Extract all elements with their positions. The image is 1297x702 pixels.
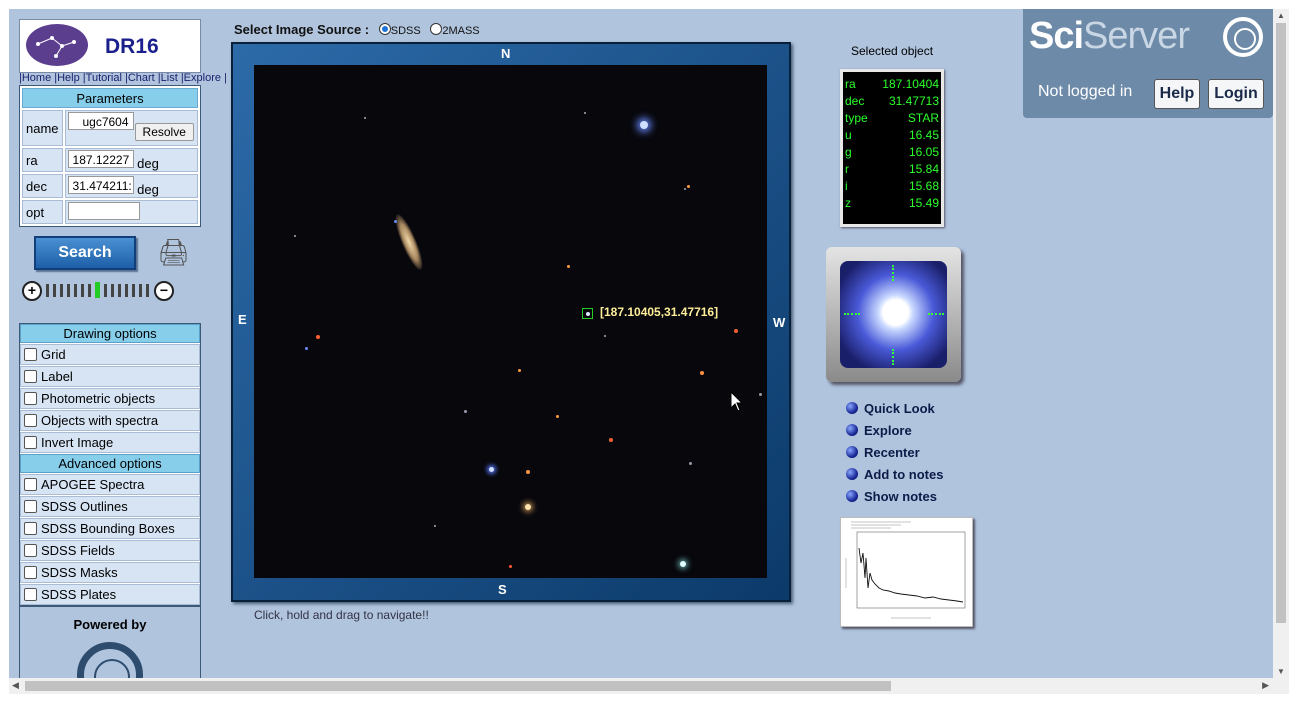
sciserver-globe-icon [1223, 17, 1263, 57]
option-invert-image[interactable]: Invert Image [20, 432, 200, 453]
advanced-options-header: Advanced options [20, 454, 200, 473]
checkbox[interactable] [24, 544, 37, 557]
login-status: Not logged in [1038, 83, 1133, 100]
selected-object-marker[interactable] [582, 308, 593, 319]
option-grid[interactable]: Grid [20, 344, 200, 365]
compass-east: E [238, 312, 247, 327]
dr16-logo[interactable]: DR16 [19, 19, 201, 73]
object-actions: Quick Look Explore Recenter Add to notes… [846, 397, 943, 507]
option-photometric-objects[interactable]: Photometric objects [20, 388, 200, 409]
drawing-options-header: Drawing options [20, 324, 200, 343]
radio-2mass[interactable] [430, 23, 443, 35]
image-source-selector: Select Image Source : SDSS 2MASS [234, 22, 480, 37]
selected-object-table: ra 187.10404 dec 31.47713 type STAR u 16.45 … [840, 69, 944, 227]
checkbox[interactable] [24, 522, 37, 535]
vertical-scrollbar[interactable]: ▲ ▼ [1273, 9, 1289, 678]
compass-north: N [501, 46, 511, 61]
nav-links[interactable]: |Home |Help |Tutorial |Chart |List |Expl… [19, 72, 227, 84]
sciserver-globe-icon [77, 642, 143, 678]
add-to-notes-link[interactable]: Add to notes [846, 463, 943, 485]
marker-coordinates-label: [187.10405,31.47716] [600, 305, 719, 319]
powered-by-label: Powered by [73, 617, 147, 632]
checkbox[interactable] [24, 566, 37, 579]
zoom-out-icon[interactable]: − [154, 281, 174, 301]
scrollbar-thumb[interactable] [1276, 23, 1286, 623]
dec-input[interactable]: 31.474211: [67, 175, 134, 194]
checkbox[interactable] [24, 414, 37, 427]
spectrum-thumbnail[interactable] [840, 517, 973, 627]
help-button[interactable]: Help [1154, 79, 1200, 109]
parameters-header: Parameters [22, 88, 198, 108]
option-apogee-spectra[interactable]: APOGEE Spectra [20, 474, 200, 495]
parameters-panel: Parameters name ugc7604Resolve ra 187.12… [19, 85, 201, 227]
recenter-link[interactable]: Recenter [846, 441, 943, 463]
option-sdss-fields[interactable]: SDSS Fields [20, 540, 200, 561]
option-sdss-outlines[interactable]: SDSS Outlines [20, 496, 200, 517]
constellation-icon [26, 24, 88, 66]
checkbox[interactable] [24, 588, 37, 601]
bullet-icon [846, 446, 858, 458]
mouse-cursor-icon [730, 391, 744, 412]
option-label[interactable]: Label [20, 366, 200, 387]
drawing-options-panel: Drawing options Grid Label Photometric o… [19, 323, 201, 678]
name-input[interactable]: ugc7604 [67, 111, 134, 130]
checkbox[interactable] [24, 478, 37, 491]
ra-label: ra [22, 148, 63, 172]
zoom-slider[interactable]: + − [22, 281, 177, 301]
show-notes-link[interactable]: Show notes [846, 485, 943, 507]
name-label: name [22, 110, 63, 146]
sciserver-logo[interactable]: SciServer [1029, 15, 1190, 58]
ra-input[interactable]: 187.12227 [67, 149, 134, 168]
opt-input[interactable] [67, 201, 140, 220]
scrollbar-thumb[interactable] [25, 681, 891, 691]
explore-link[interactable]: Explore [846, 419, 943, 441]
horizontal-scrollbar[interactable]: ◀ ▶ [9, 678, 1289, 694]
dec-unit: deg [137, 181, 159, 197]
checkbox[interactable] [24, 500, 37, 513]
checkbox[interactable] [24, 348, 37, 361]
sky-image[interactable]: [187.10405,31.47716] [254, 65, 767, 578]
bullet-icon [846, 424, 858, 436]
option-sdss-bounding-boxes[interactable]: SDSS Bounding Boxes [20, 518, 200, 539]
option-sdss-masks[interactable]: SDSS Masks [20, 562, 200, 583]
powered-by-section: Powered by [20, 605, 200, 678]
search-button[interactable]: Search [34, 236, 136, 270]
opt-label: opt [22, 200, 63, 224]
selected-object-title: Selected object [851, 44, 934, 58]
quick-look-link[interactable]: Quick Look [846, 397, 943, 419]
sciserver-panel: SciServer Not logged in Help Login [1023, 9, 1273, 118]
compass-west: W [773, 315, 786, 330]
radio-sdss[interactable] [378, 23, 391, 35]
compass-south: S [498, 582, 507, 597]
thumbnail-image [840, 261, 947, 368]
resolve-button[interactable]: Resolve [134, 122, 194, 141]
zoom-handle[interactable] [95, 282, 100, 298]
login-button[interactable]: Login [1208, 79, 1264, 109]
option-sdss-plates[interactable]: SDSS Plates [20, 584, 200, 605]
page-content: DR16 |Home |Help |Tutorial |Chart |List … [9, 9, 1273, 678]
checkbox[interactable] [24, 392, 37, 405]
object-thumbnail[interactable] [826, 247, 961, 382]
release-title: DR16 [105, 35, 159, 58]
navigation-hint: Click, hold and drag to navigate!! [254, 608, 429, 622]
image-source-label: Select Image Source : [234, 22, 370, 37]
option-objects-with-spectra[interactable]: Objects with spectra [20, 410, 200, 431]
zoom-in-icon[interactable]: + [22, 281, 42, 301]
bullet-icon [846, 402, 858, 414]
dec-label: dec [22, 174, 63, 198]
ra-unit: deg [137, 155, 159, 171]
checkbox[interactable] [24, 370, 37, 383]
spectrum-plot-image [845, 521, 966, 619]
printer-icon[interactable]: 🖨 [157, 237, 190, 268]
bullet-icon [846, 468, 858, 480]
checkbox[interactable] [24, 436, 37, 449]
bullet-icon [846, 490, 858, 502]
